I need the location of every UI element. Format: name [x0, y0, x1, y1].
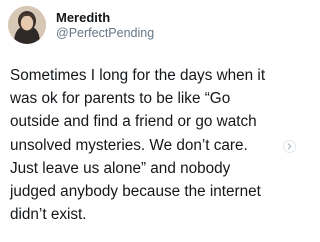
- chevron-right-glyph: [287, 143, 292, 150]
- author-display-name[interactable]: Meredith: [56, 10, 110, 25]
- tweet-text: Sometimes I long for the days when it wa…: [10, 64, 296, 226]
- author-handle[interactable]: @PerfectPending: [56, 26, 154, 41]
- chevron-right-icon[interactable]: [283, 140, 296, 153]
- tweet-text-line: Sometimes I long for the days when it: [10, 67, 266, 84]
- tweet-text-line: Just leave us alone” and nobody: [10, 159, 231, 177]
- tweet-text-line: unsolved mysteries. We don’t care.: [10, 136, 248, 154]
- tweet-text-line: outside and find a friend or go watch: [10, 113, 257, 131]
- tweet-text-line: was ok for parents to be like “Go: [10, 90, 231, 108]
- tweet-text-line: didn’t exist.: [10, 206, 87, 224]
- avatar[interactable]: [8, 6, 46, 44]
- tweet-text-line: judged anybody because the internet: [10, 183, 261, 201]
- avatar-photo: [8, 6, 46, 44]
- tweet-card: Meredith @PerfectPending Sometimes I lon…: [0, 0, 300, 242]
